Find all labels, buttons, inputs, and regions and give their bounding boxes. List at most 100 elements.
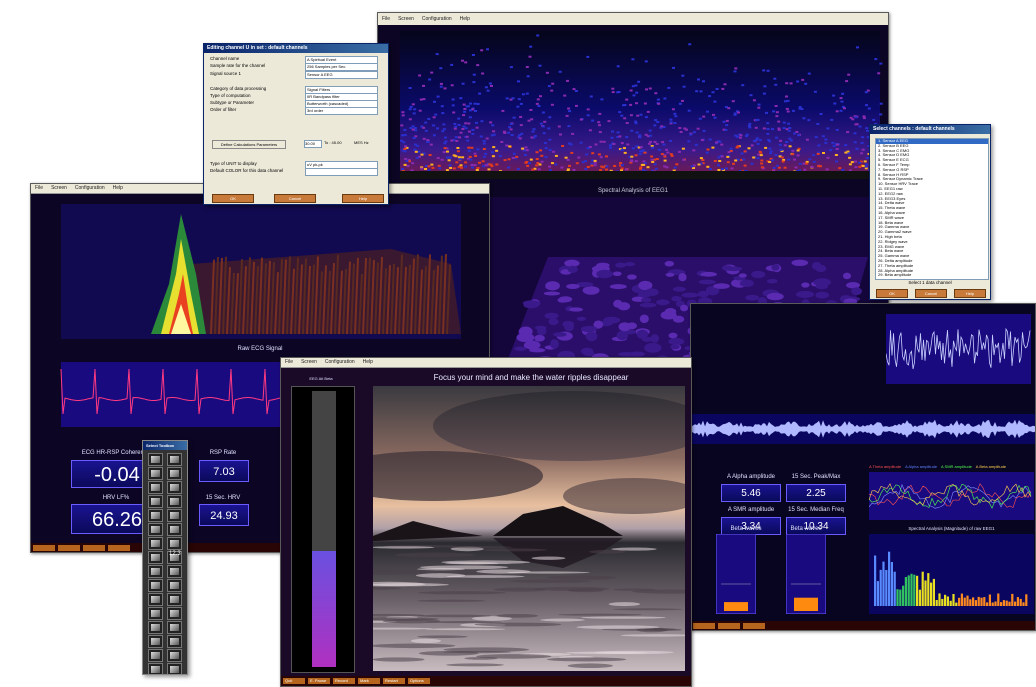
spectrogram-cell	[782, 158, 786, 161]
tool-button[interactable]	[148, 593, 163, 606]
tool-button[interactable]	[167, 565, 182, 578]
menu-screen[interactable]: Screen	[301, 358, 317, 367]
freq-low-field[interactable]: 30.00	[304, 140, 322, 148]
surface-bump	[664, 260, 675, 267]
surface-bump	[583, 351, 595, 357]
help-button[interactable]: Help	[954, 289, 986, 298]
spectrogram-cell	[643, 151, 647, 154]
spectrogram-cell	[586, 147, 590, 150]
tool-button[interactable]	[167, 523, 182, 536]
tool-button[interactable]	[167, 453, 182, 466]
tool-button[interactable]	[148, 579, 163, 592]
status-button[interactable]	[718, 622, 740, 629]
tool-button[interactable]	[167, 663, 182, 674]
channel-list-item[interactable]: 29. Beta amplitude	[876, 273, 988, 278]
channel-listbox[interactable]: 1. Sensor A EEG 2. Sensor B EEG 3. Sensor …	[875, 138, 989, 280]
tool-button[interactable]	[148, 523, 163, 536]
tool-button[interactable]	[167, 495, 182, 508]
tool-button[interactable]	[167, 467, 182, 480]
menu-file[interactable]: File	[382, 13, 390, 25]
tool-button[interactable]	[167, 509, 182, 522]
menu-configuration[interactable]: Configuration	[422, 13, 452, 25]
tool-button[interactable]	[148, 565, 163, 578]
tool-button[interactable]	[148, 467, 163, 480]
spectrogram-cell	[455, 140, 459, 142]
status-button[interactable]	[33, 544, 55, 551]
pause-button[interactable]: E. Pause	[308, 678, 330, 684]
record-button[interactable]: Record	[333, 678, 355, 684]
help-button[interactable]: Help	[342, 194, 384, 203]
status-button[interactable]	[58, 544, 80, 551]
dialog-field-input[interactable]: 3rd order	[305, 107, 378, 115]
mark-button[interactable]: Mark	[358, 678, 380, 684]
tool-button[interactable]	[148, 635, 163, 648]
cancel-button[interactable]: Cancel	[915, 289, 947, 298]
tool-button[interactable]	[148, 649, 163, 662]
menu-file[interactable]: File	[285, 358, 293, 367]
tool-button[interactable]	[148, 495, 163, 508]
menu-configuration[interactable]: Configuration	[75, 184, 105, 193]
menu-configuration[interactable]: Configuration	[325, 358, 355, 367]
spectrogram-cell	[706, 165, 710, 168]
tool-button[interactable]	[167, 579, 182, 592]
spectrogram-cell	[841, 168, 845, 171]
restart-button[interactable]: Restart	[383, 678, 405, 684]
tool-glyph-icon	[170, 610, 179, 617]
spectrogram-cell	[594, 143, 598, 146]
spectrogram-cell	[601, 166, 605, 169]
spectrogram-cell	[636, 114, 640, 117]
surface-bump	[596, 269, 613, 279]
dialog-field-input[interactable]: 256 Samples per Sec.	[305, 63, 378, 71]
spectrogram-cell	[464, 165, 468, 168]
dialog-field-input[interactable]	[305, 168, 378, 176]
tool-button[interactable]	[167, 537, 182, 550]
menu-help[interactable]: Help	[113, 184, 123, 193]
status-button[interactable]	[83, 544, 105, 551]
freq-high-field[interactable]: To : 45.00	[324, 140, 350, 146]
tool-button[interactable]	[167, 621, 182, 634]
tool-button[interactable]	[167, 607, 182, 620]
tool-glyph-icon	[151, 582, 160, 589]
quit-button[interactable]: Quit	[283, 678, 305, 684]
menu-screen[interactable]: Screen	[51, 184, 67, 193]
magnitude-bar	[1016, 597, 1019, 606]
tool-button[interactable]	[167, 481, 182, 494]
magnitude-bar	[918, 589, 921, 606]
status-button[interactable]	[108, 544, 130, 551]
tool-button[interactable]	[148, 621, 163, 634]
menu-screen[interactable]: Screen	[398, 13, 414, 25]
tool-button[interactable]	[148, 663, 163, 674]
spectrogram-cell	[667, 86, 671, 89]
spectrogram-cell	[713, 100, 717, 103]
spectrogram-cell	[611, 91, 615, 94]
dialog-field-input[interactable]: Sensor A EEG	[305, 71, 378, 79]
menu-help[interactable]: Help	[460, 13, 470, 25]
tool-button[interactable]	[148, 537, 163, 550]
spectrogram-cell	[482, 148, 486, 150]
spectrogram-cell	[408, 118, 412, 121]
tool-button[interactable]	[148, 481, 163, 494]
status-button[interactable]	[743, 622, 765, 629]
spectrogram-cell	[653, 163, 657, 166]
tool-button[interactable]	[148, 453, 163, 466]
ok-button[interactable]: OK	[212, 194, 254, 203]
tool-button[interactable]	[148, 509, 163, 522]
spectrogram-cell	[759, 151, 763, 154]
spectrogram-cell	[552, 150, 556, 153]
menu-file[interactable]: File	[35, 184, 43, 193]
cancel-button[interactable]: Cancel	[274, 194, 316, 203]
tool-button[interactable]	[148, 551, 163, 564]
options-button[interactable]: Options	[408, 678, 430, 684]
spectrogram-cell	[692, 149, 696, 152]
tool-button[interactable]	[148, 607, 163, 620]
tool-button[interactable]	[167, 649, 182, 662]
tool-button[interactable]	[167, 635, 182, 648]
menu-help[interactable]: Help	[363, 358, 373, 367]
define-calculations-button[interactable]: Define Calculations Parameters	[212, 140, 286, 149]
tool-button[interactable]	[167, 593, 182, 606]
spectrogram-cell	[655, 143, 659, 145]
dialog-field-row: Channel name A Spiritual Event	[210, 56, 382, 64]
status-button[interactable]	[693, 622, 715, 629]
ok-button[interactable]: OK	[876, 289, 908, 298]
spectrogram-cell	[812, 160, 816, 163]
